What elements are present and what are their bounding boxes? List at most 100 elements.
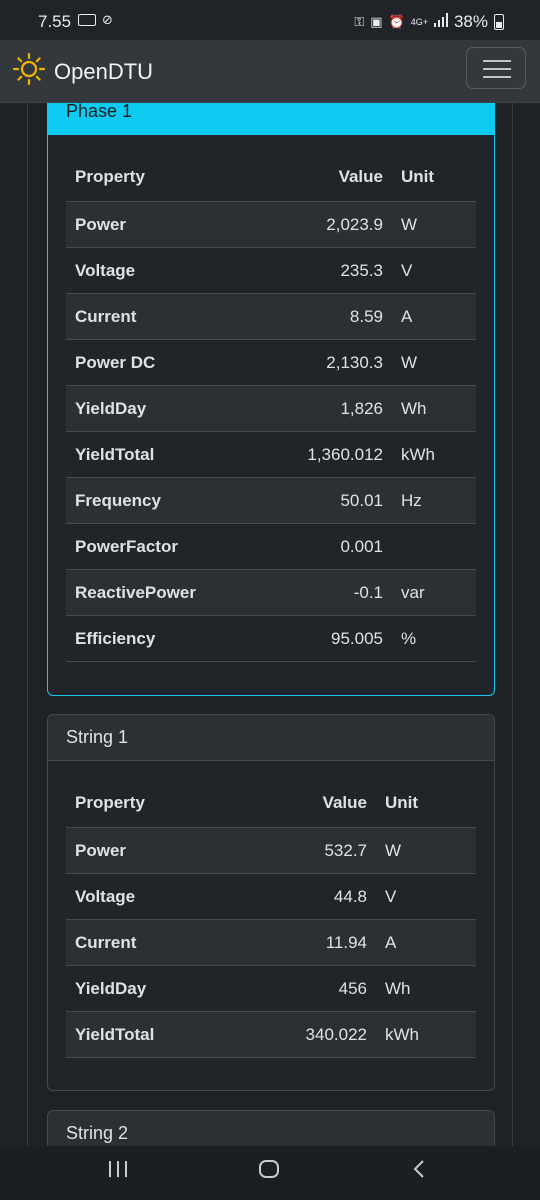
card-icon [78, 14, 96, 26]
value-cell: 8.59 [260, 293, 392, 340]
column-header-unit: Unit [392, 153, 476, 202]
string1-table: Property Value Unit Power 532.7 W Voltag… [66, 779, 476, 1058]
brand[interactable]: OpenDTU [12, 52, 153, 91]
property-cell: ReactivePower [66, 569, 261, 616]
property-cell: YieldDay [66, 965, 237, 1012]
unit-cell: A [392, 293, 476, 340]
unit-cell [392, 523, 476, 570]
unit-cell: W [392, 339, 476, 386]
back-icon[interactable] [412, 1158, 426, 1186]
value-cell: 235.3 [260, 247, 392, 294]
property-cell: YieldTotal [66, 1011, 237, 1058]
table-row: YieldDay 1,826 Wh [66, 385, 476, 432]
value-cell: -0.1 [260, 569, 392, 616]
table-row: Power DC 2,130.3 W [66, 339, 476, 386]
table-row: YieldDay 456 Wh [66, 965, 476, 1012]
unit-cell: A [376, 919, 476, 966]
table-row: Power 2,023.9 W [66, 201, 476, 248]
table-header-row: Property Value Unit [66, 153, 476, 202]
value-cell: 11.94 [236, 919, 376, 966]
column-header-property: Property [66, 779, 237, 828]
unit-cell: Wh [376, 965, 476, 1012]
main-content: Phase 1 Property Value Unit Power 2,023.… [27, 0, 513, 1190]
table-row: Power 532.7 W [66, 827, 476, 874]
status-right-icons: ⚿ ▣ ⏰ 4G+ 38% [354, 12, 504, 32]
string1-card: String 1 Property Value Unit Power 532.7 [47, 714, 495, 1091]
value-cell: 2,023.9 [260, 201, 392, 248]
unit-cell: % [392, 615, 476, 662]
phase1-card: Phase 1 Property Value Unit Power 2,023.… [47, 88, 495, 696]
phase1-table: Property Value Unit Power 2,023.9 W Volt… [66, 153, 476, 662]
value-cell: 1,360.012 [260, 431, 392, 478]
status-time: 7.55 [38, 12, 72, 31]
property-cell: Power [66, 827, 237, 874]
unit-cell: W [392, 201, 476, 248]
value-cell: 44.8 [236, 873, 376, 920]
link-icon: ⊘ [102, 12, 113, 27]
property-cell: Power [66, 201, 261, 248]
table-header-row: Property Value Unit [66, 779, 476, 828]
property-cell: Current [66, 293, 261, 340]
status-left-icons: ⊘ [78, 12, 113, 28]
home-icon[interactable] [258, 1158, 280, 1186]
property-cell: Power DC [66, 339, 261, 386]
table-row: PowerFactor 0.001 [66, 523, 476, 570]
value-cell: 340.022 [236, 1011, 376, 1058]
unit-cell: Hz [392, 477, 476, 524]
table-row: YieldTotal 340.022 kWh [66, 1011, 476, 1058]
battery-icon [494, 14, 504, 30]
value-cell: 50.01 [260, 477, 392, 524]
system-navigation-bar [0, 1146, 540, 1200]
unit-cell: kWh [376, 1011, 476, 1058]
value-cell: 2,130.3 [260, 339, 392, 386]
unit-cell: W [376, 827, 476, 874]
unit-cell: V [376, 873, 476, 920]
table-row: Current 11.94 A [66, 919, 476, 966]
brand-name: OpenDTU [54, 58, 154, 84]
property-cell: YieldTotal [66, 431, 261, 478]
value-cell: 532.7 [236, 827, 376, 874]
table-row: Current 8.59 A [66, 293, 476, 340]
column-header-unit: Unit [376, 779, 476, 828]
alarm-icon: ⏰ [388, 14, 405, 29]
column-header-value: Value [260, 153, 392, 202]
signal-icon [433, 13, 448, 31]
column-header-property: Property [66, 153, 261, 202]
battery-percent: 38% [453, 12, 488, 31]
menu-toggle-button[interactable] [466, 47, 526, 89]
screen: Phase 1 Property Value Unit Power 2,023.… [0, 0, 540, 1200]
value-cell: 1,826 [260, 385, 392, 432]
sun-icon [12, 52, 46, 91]
lock-icon: ▣ [370, 14, 383, 29]
value-cell: 0.001 [260, 523, 392, 570]
table-row: ReactivePower -0.1 var [66, 569, 476, 616]
value-cell: 456 [236, 965, 376, 1012]
unit-cell: Wh [392, 385, 476, 432]
property-cell: YieldDay [66, 385, 261, 432]
unit-cell: kWh [392, 431, 476, 478]
recents-icon[interactable] [108, 1158, 128, 1186]
table-row: Voltage 44.8 V [66, 873, 476, 920]
table-row: Voltage 235.3 V [66, 247, 476, 294]
table-row: Efficiency 95.005 % [66, 615, 476, 662]
property-cell: Frequency [66, 477, 261, 524]
property-cell: Voltage [66, 873, 237, 920]
string1-card-body: Property Value Unit Power 532.7 W Voltag… [48, 761, 494, 1076]
unit-cell: var [392, 569, 476, 616]
status-bar: 7.55 ⊘ ⚿ ▣ ⏰ 4G+ 38% [0, 0, 540, 40]
hamburger-icon [483, 60, 511, 62]
unit-cell: V [392, 247, 476, 294]
table-row: YieldTotal 1,360.012 kWh [66, 431, 476, 478]
table-row: Frequency 50.01 Hz [66, 477, 476, 524]
string1-card-title: String 1 [48, 715, 494, 761]
column-header-value: Value [236, 779, 376, 828]
property-cell: Current [66, 919, 237, 966]
network-type: 4G+ [410, 17, 428, 27]
property-cell: PowerFactor [66, 523, 261, 570]
phase1-card-body: Property Value Unit Power 2,023.9 W Volt… [48, 135, 494, 680]
value-cell: 95.005 [260, 615, 392, 662]
top-navbar: OpenDTU [0, 40, 540, 103]
property-cell: Efficiency [66, 615, 261, 662]
property-cell: Voltage [66, 247, 261, 294]
hamburger-icon [483, 76, 511, 78]
